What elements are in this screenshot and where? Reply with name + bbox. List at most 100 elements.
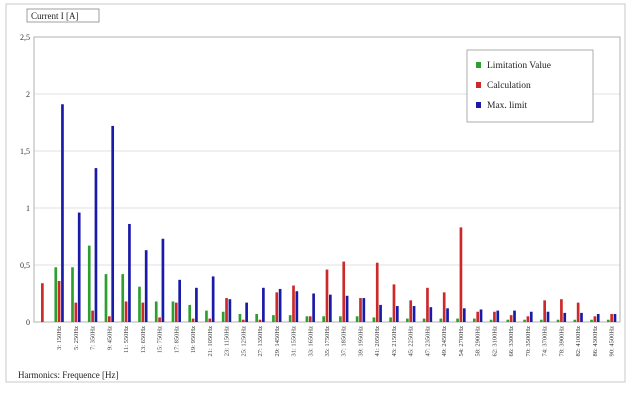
bar-limitation-value	[456, 318, 459, 322]
x-tick-label: 23: 1150Hz	[224, 326, 231, 356]
bar-limitation-value	[272, 315, 275, 322]
bar-calculation	[509, 315, 513, 322]
legend-label-calculation: Calculation	[487, 81, 531, 91]
chart-figure: 0 0,5 1 1,5 2 2,5 3: 150Hz 5: 250Hz 7: 350Hz 9: …	[0, 0, 631, 402]
bar-calculation	[375, 262, 379, 322]
bar-max-limit	[496, 310, 500, 322]
bar-max-limit	[312, 293, 315, 322]
bar-calculation	[308, 316, 312, 322]
bar-max-limit	[61, 104, 64, 322]
bar-calculation	[258, 319, 262, 322]
bar-calculation	[493, 311, 496, 322]
y-tick-label: 2	[26, 90, 30, 99]
bar-calculation	[392, 284, 396, 322]
x-tick-label: 9: 450Hz	[106, 326, 113, 350]
bar-calculation	[141, 302, 145, 322]
bar-calculation	[241, 319, 245, 322]
bar-calculation	[342, 261, 346, 322]
bar-chart: 0 0,5 1 1,5 2 2,5 3: 150Hz 5: 250Hz 7: 350Hz 9: …	[5, 3, 626, 383]
bar-calculation	[476, 311, 480, 322]
bar-max-limit	[144, 250, 148, 322]
x-tick-label: 82: 4100Hz	[575, 326, 582, 357]
bar-limitation-value	[339, 316, 342, 322]
bar-calculation	[292, 285, 295, 322]
x-tick-label: 35: 1750Hz	[324, 326, 331, 357]
bar-limitation-value	[606, 319, 610, 322]
bar-max-limit	[228, 299, 232, 322]
bar-calculation	[41, 283, 44, 322]
bar-calculation	[593, 316, 597, 322]
x-tick-label: 5: 250Hz	[73, 326, 80, 350]
x-tick-label: 66: 3300Hz	[508, 326, 515, 357]
bar-limitation-value	[556, 319, 560, 322]
x-tick-label: 11: 550Hz	[123, 326, 130, 353]
bar-max-limit	[513, 310, 516, 322]
legend-swatch-limitation	[476, 62, 481, 68]
y-tick-label: 1,5	[20, 147, 30, 156]
bar-max-limit	[195, 287, 198, 322]
legend-label-limitation: Limitation Value	[487, 61, 551, 71]
bar-limitation-value	[238, 314, 242, 322]
x-tick-label: 21: 1050Hz	[207, 326, 214, 357]
bar-max-limit	[77, 212, 81, 322]
bar-calculation	[526, 316, 530, 322]
x-tick-label: 90: 4500Hz	[609, 326, 616, 357]
bar-limitation-value	[539, 319, 543, 322]
bar-calculation	[442, 292, 446, 322]
bar-limitation-value	[590, 319, 593, 322]
x-tick-label: 3: 150Hz	[56, 326, 63, 350]
bar-max-limit	[295, 291, 299, 322]
y-tick-label: 0,5	[20, 261, 30, 270]
bar-limitation-value	[104, 274, 108, 322]
bar-limitation-value	[406, 318, 409, 322]
bar-max-limit	[128, 223, 131, 322]
bar-calculation	[57, 280, 61, 322]
bar-limitation-value	[422, 318, 426, 322]
x-tick-label: 45: 2250Hz	[408, 326, 415, 357]
x-tick-label: 27: 1350Hz	[257, 326, 264, 357]
y-axis-label: Current I [A]	[31, 11, 78, 21]
x-tick-label: 39: 1950Hz	[358, 326, 365, 357]
bar-max-limit	[479, 309, 483, 322]
bar-calculation	[543, 300, 546, 322]
bar-max-limit	[446, 308, 449, 322]
bar-max-limit	[379, 304, 382, 322]
bar-max-limit	[563, 312, 567, 322]
bar-calculation	[275, 292, 279, 322]
bar-limitation-value	[355, 316, 359, 322]
y-tick-label: 0	[26, 318, 30, 327]
x-tick-label: 54: 2700Hz	[458, 326, 465, 357]
bar-calculation	[191, 318, 195, 322]
bar-calculation	[409, 300, 413, 322]
bar-limitation-value	[473, 318, 476, 322]
bar-calculation	[576, 302, 580, 322]
bar-max-limit	[178, 279, 181, 322]
bar-max-limit	[94, 168, 98, 322]
bar-calculation	[91, 310, 94, 322]
bar-max-limit	[546, 311, 550, 322]
x-tick-label: 17: 850Hz	[173, 326, 180, 353]
bar-calculation	[225, 298, 228, 322]
x-tick-label: 74: 3700Hz	[542, 326, 549, 357]
bar-limitation-value	[54, 267, 58, 322]
bar-calculation	[610, 314, 613, 322]
bar-limitation-value	[506, 319, 510, 322]
bar-limitation-value	[188, 304, 192, 322]
bar-limitation-value	[372, 317, 376, 322]
bar-max-limit	[529, 311, 533, 322]
bar-calculation	[359, 298, 362, 322]
legend-label-max-limit: Max. limit	[487, 101, 527, 111]
bar-max-limit	[161, 238, 165, 322]
x-tick-label: 33: 1650Hz	[307, 326, 314, 357]
bar-max-limit	[278, 288, 282, 322]
x-tick-label: 37: 1850Hz	[341, 326, 348, 357]
bar-calculation	[174, 302, 178, 322]
x-tick-label: 7: 350Hz	[90, 326, 97, 350]
x-tick-label: 25: 1250Hz	[240, 326, 247, 357]
x-tick-label: 41: 2050Hz	[374, 326, 381, 357]
bar-limitation-value	[389, 317, 392, 322]
x-tick-label: 15: 750Hz	[157, 326, 164, 353]
legend-swatch-max-limit	[476, 102, 481, 108]
x-tick-label: 62: 3100Hz	[491, 326, 498, 357]
bar-limitation-value	[288, 315, 292, 322]
